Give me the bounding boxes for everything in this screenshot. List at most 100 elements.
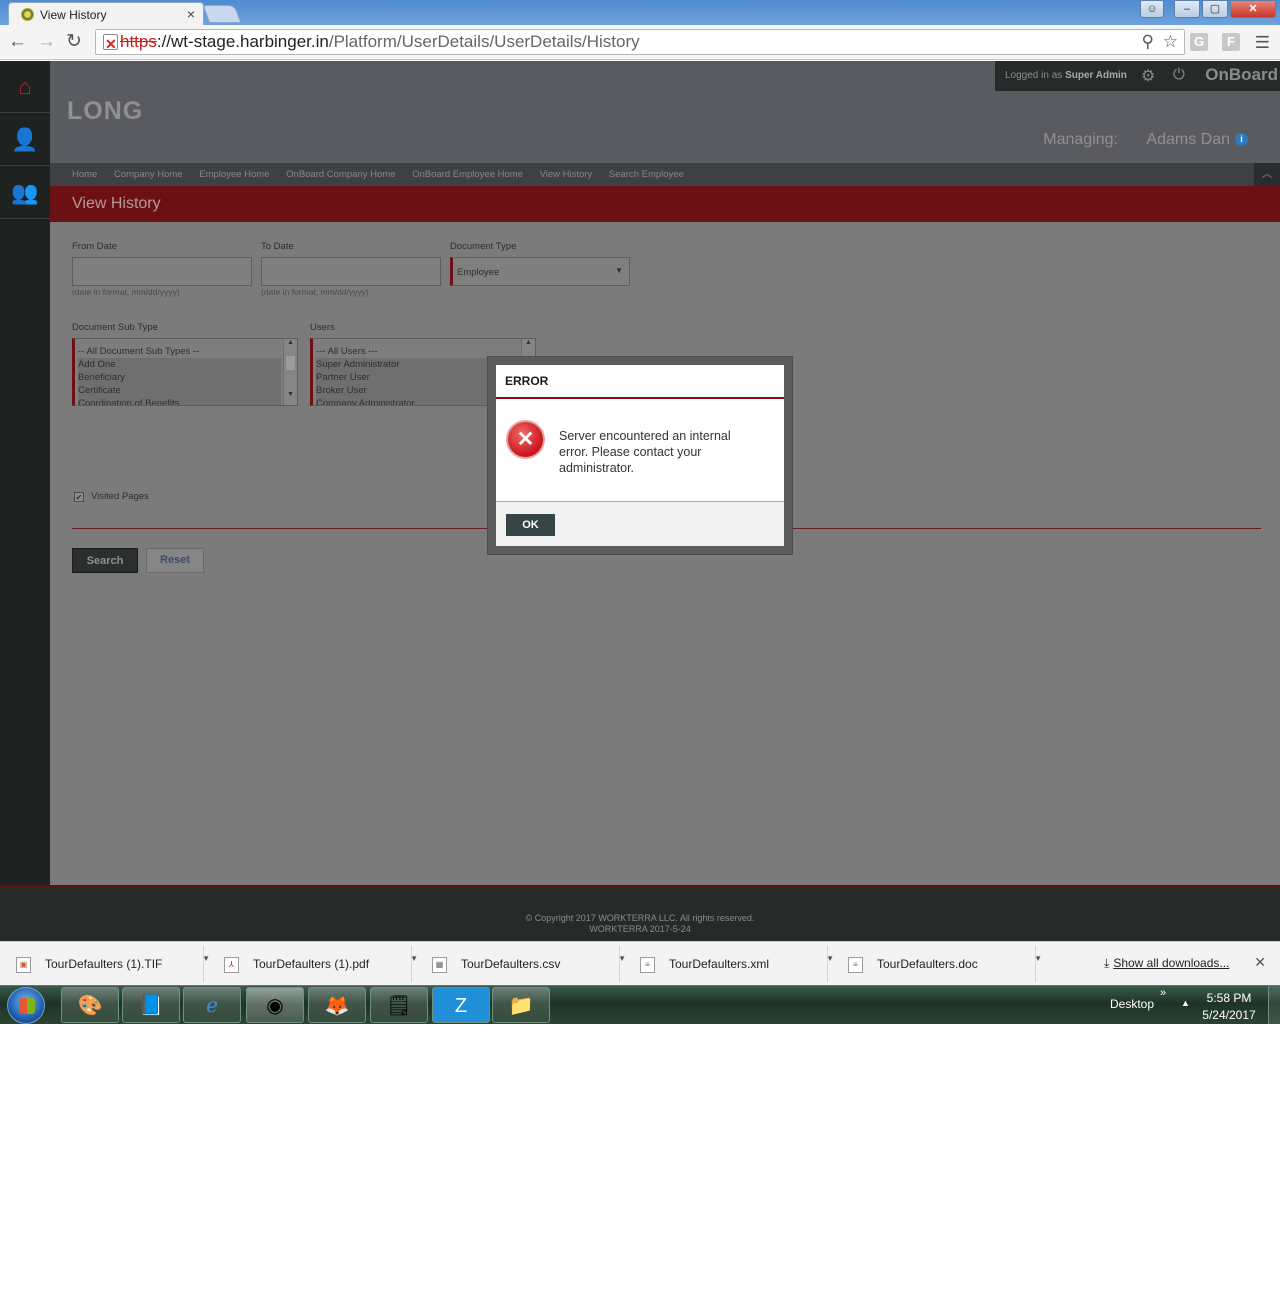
close-window-button[interactable]: ✕	[1230, 0, 1276, 18]
browser-menu-icon[interactable]: ☰	[1255, 33, 1270, 53]
breadcrumb-home[interactable]: Home	[72, 169, 97, 180]
extension-f-icon[interactable]: F	[1222, 33, 1240, 51]
reset-button[interactable]: Reset	[146, 548, 204, 573]
show-desktop-button[interactable]	[1268, 986, 1280, 1024]
download-filename: TourDefaulters (1).pdf	[253, 957, 370, 971]
list-item[interactable]: Beneficiary	[78, 371, 281, 384]
breadcrumb-onboard-employee-home[interactable]: OnBoard Employee Home	[412, 169, 523, 180]
chevron-down-icon[interactable]: ▼	[826, 954, 834, 963]
zoom-icon[interactable]: ⚲	[1142, 30, 1154, 54]
list-item[interactable]: Coordination of Benefits	[78, 397, 281, 405]
clock-time: 5:58 PM	[1206, 991, 1252, 1005]
system-clock[interactable]: 5:58 PM 5/24/2017	[1196, 990, 1262, 1024]
paint-app-icon[interactable]: 🎨	[61, 987, 119, 1023]
download-item[interactable]: ⅄ TourDefaulters (1).pdf ▼	[212, 946, 418, 982]
browser-tab[interactable]: View History ×	[8, 2, 204, 25]
breadcrumb-company-home[interactable]: Company Home	[114, 169, 183, 180]
new-tab-button[interactable]	[202, 5, 242, 23]
chrome-app-icon[interactable]: ◉	[246, 987, 304, 1023]
user-bar: Logged in as Super Admin ⚙ ⏻ OnBoard	[995, 61, 1280, 91]
document-type-select[interactable]: Employee ▼	[450, 257, 630, 286]
from-date-input[interactable]	[72, 257, 252, 286]
breadcrumb-search-employee[interactable]: Search Employee	[609, 169, 684, 180]
document-sub-type-listbox[interactable]: -- All Document Sub Types -- Add One Ben…	[72, 338, 298, 406]
bookmark-star-icon[interactable]: ☆	[1163, 30, 1178, 54]
document-type-value: Employee	[457, 267, 500, 278]
chevron-down-icon[interactable]: ▼	[618, 954, 626, 963]
power-logout-icon[interactable]: ⏻	[1173, 66, 1185, 83]
download-item[interactable]: ▦ TourDefaulters.csv ▼	[420, 946, 626, 982]
chevron-down-icon[interactable]: ▼	[202, 954, 210, 963]
dialog-title: ERROR	[496, 365, 784, 399]
breadcrumb: Home Company Home Employee Home OnBoard …	[50, 163, 1280, 186]
breadcrumb-onboard-company-home[interactable]: OnBoard Company Home	[286, 169, 395, 180]
toolbar-expand-icon[interactable]: »	[1160, 987, 1166, 999]
address-bar[interactable]: https://wt-stage.harbinger.in/Platform/U…	[95, 29, 1185, 56]
sticky-notes-app-icon[interactable]: 🗒	[370, 987, 428, 1023]
company-logo: LONG	[67, 97, 144, 125]
show-all-downloads-link[interactable]: ⤓ Show all downloads...	[1104, 956, 1229, 971]
ok-button[interactable]: OK	[506, 514, 555, 536]
managing-name[interactable]: Adams Dan C	[1146, 131, 1246, 149]
to-date-label: To Date	[261, 241, 294, 252]
users-group-icon[interactable]: 👥	[0, 167, 50, 219]
home-icon[interactable]: ⌂	[0, 61, 50, 113]
start-button[interactable]	[7, 987, 45, 1024]
tab-title: View History	[40, 8, 107, 22]
notepad-app-icon[interactable]: 📘	[122, 987, 180, 1023]
list-item[interactable]: Certificate	[78, 384, 281, 397]
list-item[interactable]: -- All Document Sub Types --	[78, 345, 297, 358]
browser-tab-strip: View History × ☺ – ▢ ✕	[0, 0, 1280, 25]
download-item[interactable]: ≡ TourDefaulters.doc ▼	[836, 946, 1042, 982]
chevron-down-icon[interactable]: ▼	[1034, 954, 1042, 963]
forward-arrow-icon[interactable]: →	[37, 32, 56, 52]
browser-toolbar: ← → ↻ https://wt-stage.harbinger.in/Plat…	[0, 25, 1280, 60]
onboard-brand[interactable]: OnBoard	[1205, 65, 1278, 85]
from-date-hint: (date in format, mm/dd/yyyy)	[72, 287, 180, 297]
breadcrumb-employee-home[interactable]: Employee Home	[199, 169, 269, 180]
desktop-toolbar-label[interactable]: Desktop	[1110, 997, 1154, 1011]
managing-label: Managing:	[1043, 131, 1118, 148]
list-item[interactable]: Add One	[78, 358, 281, 371]
breadcrumb-view-history[interactable]: View History	[540, 169, 593, 180]
chevron-down-icon[interactable]: ▼	[410, 954, 418, 963]
error-message: Server encountered an internal error. Pl…	[559, 429, 731, 475]
firefox-app-icon[interactable]: 🦊	[308, 987, 366, 1023]
internet-explorer-icon[interactable]: ℯ	[183, 987, 241, 1023]
zoho-z-app-icon[interactable]: Z	[432, 987, 490, 1023]
dropdown-arrow-icon: ▼	[615, 266, 623, 275]
file-explorer-icon[interactable]: 📁	[492, 987, 550, 1023]
to-date-hint: (date in format, mm/dd/yyyy)	[261, 287, 369, 297]
search-button[interactable]: Search	[72, 548, 138, 573]
downloads-bar: ▣ TourDefaulters (1).TIF ▼ ⅄ TourDefault…	[0, 941, 1280, 985]
tray-expand-icon[interactable]: ▲	[1181, 998, 1190, 1008]
error-dialog: ERROR ✕ Server encountered an internal e…	[496, 365, 784, 546]
extension-g-icon[interactable]: G	[1190, 33, 1208, 51]
user-icon[interactable]: 👤	[0, 114, 50, 166]
from-date-label: From Date	[72, 241, 117, 252]
visited-pages-checkbox[interactable]: ✔	[74, 492, 84, 502]
screen: View History × ☺ – ▢ ✕ ← → ↻ https://wt-…	[0, 0, 1280, 1024]
app-header: LONG Logged in as Super Admin ⚙ ⏻ OnBoar…	[50, 61, 1280, 163]
reload-icon[interactable]: ↻	[66, 32, 82, 52]
visited-pages-label: Visited Pages	[91, 491, 149, 502]
settings-gear-icon[interactable]: ⚙	[1141, 66, 1155, 86]
to-date-input[interactable]	[261, 257, 441, 286]
minimize-button[interactable]: –	[1174, 0, 1200, 18]
back-arrow-icon[interactable]: ←	[8, 32, 27, 52]
info-icon[interactable]: i	[1235, 133, 1248, 146]
download-filename: TourDefaulters (1).TIF	[45, 957, 163, 971]
site-favicon-icon	[21, 8, 34, 21]
user-profile-icon[interactable]: ☺	[1140, 0, 1164, 18]
build-text: WORKTERRA 2017-5-24	[589, 924, 691, 934]
close-tab-icon[interactable]: ×	[187, 6, 195, 22]
window-controls: ☺ – ▢ ✕	[1140, 0, 1276, 19]
listbox-scrollbar[interactable]: ▲▼	[283, 339, 297, 405]
close-downloads-icon[interactable]: ✕	[1254, 954, 1266, 971]
download-item[interactable]: ≡ TourDefaulters.xml ▼	[628, 946, 834, 982]
maximize-button[interactable]: ▢	[1202, 0, 1228, 18]
insecure-lock-icon[interactable]	[103, 32, 118, 56]
download-item[interactable]: ▣ TourDefaulters (1).TIF ▼	[4, 946, 210, 982]
collapse-chevron-up-icon[interactable]: ︿	[1254, 163, 1280, 186]
xml-file-icon: ≡	[640, 957, 655, 973]
